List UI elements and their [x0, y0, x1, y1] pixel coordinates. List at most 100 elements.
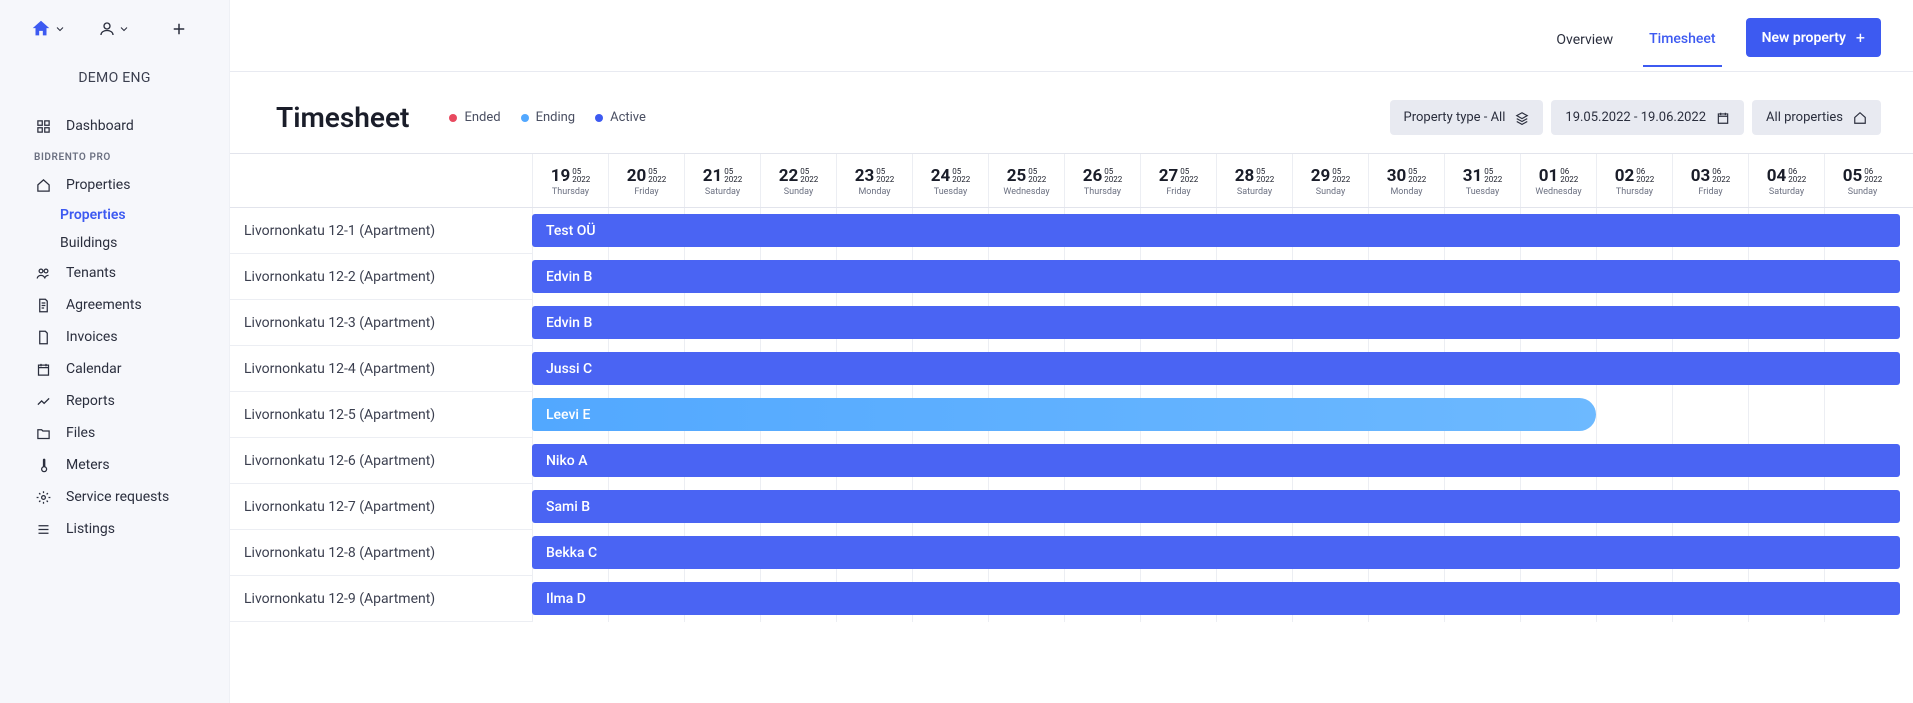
tenant-bar[interactable]: Leevi E: [532, 398, 1596, 431]
row-label[interactable]: Livornonkatu 12-2 (Apartment): [230, 254, 532, 300]
plus-icon: [170, 20, 188, 38]
add-button[interactable]: [170, 20, 188, 38]
button-label: New property: [1762, 30, 1846, 46]
sidebar-item-dashboard[interactable]: Dashboard: [0, 110, 229, 142]
home-icon: [1853, 111, 1867, 125]
row-label[interactable]: Livornonkatu 12-8 (Apartment): [230, 530, 532, 576]
layers-icon: [1515, 111, 1529, 125]
sidebar-item-label: Dashboard: [66, 118, 134, 134]
sidebar-item-service[interactable]: Service requests: [0, 481, 229, 513]
row-bars: Leevi E: [532, 392, 1913, 438]
timesheet-row: Livornonkatu 12-2 (Apartment)Edvin B: [230, 254, 1913, 300]
sidebar-item-files[interactable]: Files: [0, 417, 229, 449]
timesheet-row: Livornonkatu 12-6 (Apartment)Niko A: [230, 438, 1913, 484]
row-label[interactable]: Livornonkatu 12-7 (Apartment): [230, 484, 532, 530]
logo-dropdown[interactable]: [30, 18, 66, 40]
date-cell: 19052022Thursday: [532, 154, 608, 207]
tenant-bar[interactable]: Niko A: [532, 444, 1900, 477]
row-bars: Test OÜ: [532, 208, 1913, 254]
filter-property-type[interactable]: Property type - All: [1390, 100, 1544, 135]
sidebar: DEMO ENG Dashboard BIDRENTO PRO Properti…: [0, 0, 230, 703]
date-cell: 29052022Sunday: [1292, 154, 1368, 207]
date-cell: 02062022Thursday: [1596, 154, 1672, 207]
row-bars: Niko A: [532, 438, 1913, 484]
row-bars: Bekka C: [532, 530, 1913, 576]
filter-all-properties[interactable]: All properties: [1752, 100, 1881, 135]
timesheet-grid: 19052022Thursday20052022Friday21052022Sa…: [230, 153, 1913, 703]
date-cell: 26052022Thursday: [1064, 154, 1140, 207]
timesheet-row: Livornonkatu 12-5 (Apartment)Leevi E: [230, 392, 1913, 438]
sidebar-item-label: Meters: [66, 457, 110, 473]
tenant-bar[interactable]: Test OÜ: [532, 214, 1900, 247]
sidebar-sub-properties[interactable]: Properties: [0, 201, 229, 229]
timesheet-row: Livornonkatu 12-4 (Apartment)Jussi C: [230, 346, 1913, 392]
sidebar-item-properties[interactable]: Properties: [0, 169, 229, 201]
sidebar-item-invoices[interactable]: Invoices: [0, 321, 229, 353]
date-cell: 28052022Saturday: [1216, 154, 1292, 207]
sidebar-item-calendar[interactable]: Calendar: [0, 353, 229, 385]
sidebar-item-label: Agreements: [66, 297, 142, 313]
user-icon: [98, 20, 116, 38]
page-header: Timesheet Ended Ending Active Property t…: [230, 72, 1913, 153]
row-label[interactable]: Livornonkatu 12-6 (Apartment): [230, 438, 532, 484]
legend: Ended Ending Active: [449, 110, 645, 125]
main-content: Overview Timesheet New property + Timesh…: [230, 0, 1913, 703]
row-label[interactable]: Livornonkatu 12-4 (Apartment): [230, 346, 532, 392]
chevron-down-icon: [54, 23, 66, 35]
tenant-bar[interactable]: Ilma D: [532, 582, 1900, 615]
date-cell: 05062022Sunday: [1824, 154, 1900, 207]
tab-timesheet[interactable]: Timesheet: [1643, 23, 1721, 67]
folder-icon: [34, 426, 52, 441]
date-cell: 24052022Tuesday: [912, 154, 988, 207]
row-bars: Edvin B: [532, 254, 1913, 300]
sidebar-item-label: Reports: [66, 393, 115, 409]
date-cell: 22052022Sunday: [760, 154, 836, 207]
dot-icon: [521, 114, 529, 122]
date-cell: 23052022Monday: [836, 154, 912, 207]
users-icon: [34, 266, 52, 281]
plus-icon: +: [1856, 28, 1865, 47]
sidebar-item-reports[interactable]: Reports: [0, 385, 229, 417]
row-bars: Edvin B: [532, 300, 1913, 346]
timesheet-row: Livornonkatu 12-9 (Apartment)Ilma D: [230, 576, 1913, 622]
timesheet-row: Livornonkatu 12-8 (Apartment)Bekka C: [230, 530, 1913, 576]
topbar: Overview Timesheet New property +: [230, 0, 1913, 72]
row-label[interactable]: Livornonkatu 12-5 (Apartment): [230, 392, 532, 438]
chart-icon: [34, 394, 52, 409]
tenant-bar[interactable]: Edvin B: [532, 306, 1900, 339]
row-bars: Ilma D: [532, 576, 1913, 622]
tenant-bar[interactable]: Bekka C: [532, 536, 1900, 569]
org-name: DEMO ENG: [0, 58, 229, 110]
row-label[interactable]: Livornonkatu 12-9 (Apartment): [230, 576, 532, 622]
date-cell: 04062022Saturday: [1748, 154, 1824, 207]
row-label[interactable]: Livornonkatu 12-3 (Apartment): [230, 300, 532, 346]
sidebar-item-listings[interactable]: Listings: [0, 513, 229, 545]
date-cell: 03062022Friday: [1672, 154, 1748, 207]
grid-icon: [34, 119, 52, 134]
sidebar-item-tenants[interactable]: Tenants: [0, 257, 229, 289]
sidebar-item-agreements[interactable]: Agreements: [0, 289, 229, 321]
row-bars: Sami B: [532, 484, 1913, 530]
filter-date-range[interactable]: 19.05.2022 - 19.06.2022: [1551, 100, 1744, 135]
new-property-button[interactable]: New property +: [1746, 18, 1881, 57]
file-icon: [34, 330, 52, 345]
calendar-icon: [34, 362, 52, 377]
tab-overview[interactable]: Overview: [1550, 24, 1619, 66]
sidebar-item-label: Properties: [66, 177, 130, 193]
document-icon: [34, 298, 52, 313]
timesheet-row: Livornonkatu 12-3 (Apartment)Edvin B: [230, 300, 1913, 346]
sidebar-sub-buildings[interactable]: Buildings: [0, 229, 229, 257]
date-cell: 01062022Wednesday: [1520, 154, 1596, 207]
sidebar-item-label: Service requests: [66, 489, 169, 505]
tenant-bar[interactable]: Sami B: [532, 490, 1900, 523]
gear-icon: [34, 490, 52, 505]
user-dropdown[interactable]: [98, 20, 130, 38]
sidebar-item-meters[interactable]: Meters: [0, 449, 229, 481]
date-cell: 21052022Saturday: [684, 154, 760, 207]
date-cell: 27052022Friday: [1140, 154, 1216, 207]
row-label[interactable]: Livornonkatu 12-1 (Apartment): [230, 208, 532, 254]
date-cell: 31052022Tuesday: [1444, 154, 1520, 207]
tenant-bar[interactable]: Edvin B: [532, 260, 1900, 293]
timesheet-row: Livornonkatu 12-1 (Apartment)Test OÜ: [230, 208, 1913, 254]
tenant-bar[interactable]: Jussi C: [532, 352, 1900, 385]
